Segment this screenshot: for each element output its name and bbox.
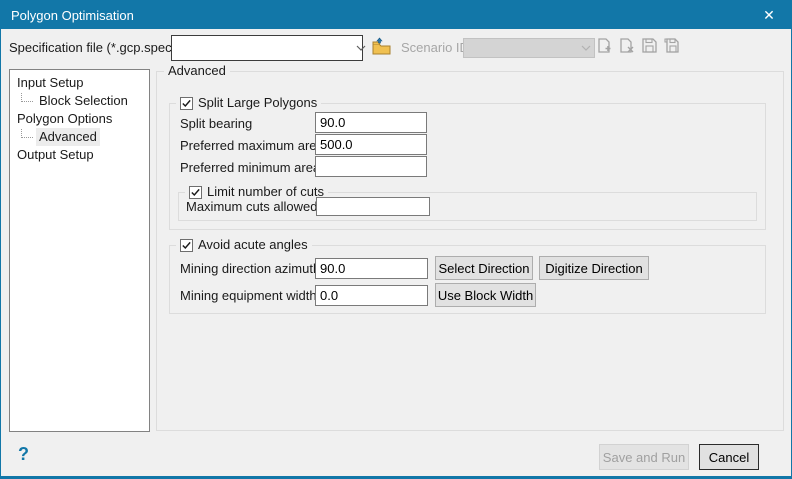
save-scenario-button — [641, 39, 657, 55]
browse-file-button[interactable] — [368, 37, 394, 59]
split-bearing-label: Split bearing — [180, 116, 252, 131]
delete-scenario-button — [619, 39, 635, 55]
scenario-id-label: Scenario ID — [401, 35, 469, 61]
settings-tree: Input Setup Block Selection Polygon Opti… — [9, 69, 150, 432]
save-scenario-as-button — [663, 39, 679, 55]
save-icon — [642, 38, 657, 56]
mining-direction-azimuth-label: Mining direction azimuth — [180, 261, 320, 276]
mining-direction-azimuth-input[interactable] — [315, 258, 428, 279]
tree-item-input-setup[interactable]: Input Setup — [10, 74, 149, 92]
preferred-maximum-area-input[interactable] — [315, 134, 427, 155]
tree-branch-connector — [21, 93, 33, 102]
avoid-acute-angles-checkbox[interactable] — [180, 239, 193, 252]
select-direction-button[interactable]: Select Direction — [435, 256, 533, 280]
digitize-direction-button[interactable]: Digitize Direction — [539, 256, 649, 280]
specification-file-combobox[interactable] — [171, 35, 363, 61]
check-icon — [190, 187, 201, 198]
split-large-polygons-checkbox[interactable] — [180, 97, 193, 110]
save-as-icon — [664, 38, 679, 56]
tree-branch-connector — [21, 129, 33, 138]
folder-open-icon — [371, 37, 392, 59]
limit-number-of-cuts-checkbox[interactable] — [189, 186, 202, 199]
split-large-polygons-label: Split Large Polygons — [198, 94, 317, 112]
save-and-run-button[interactable]: Save and Run — [599, 444, 689, 470]
preferred-minimum-area-input[interactable] — [315, 156, 427, 177]
new-scenario-button — [597, 39, 613, 55]
maximum-cuts-allowed-label: Maximum cuts allowed — [186, 199, 318, 214]
check-icon — [181, 98, 192, 109]
tree-item-output-setup[interactable]: Output Setup — [10, 146, 149, 164]
check-icon — [181, 240, 192, 251]
tree-item-advanced[interactable]: Advanced — [10, 128, 149, 146]
mining-equipment-width-input[interactable] — [315, 285, 428, 306]
scenario-id-combobox — [463, 38, 595, 58]
delete-scenario-icon — [620, 38, 635, 57]
scenario-toolbar — [597, 39, 679, 55]
use-block-width-button[interactable]: Use Block Width — [435, 283, 536, 307]
split-bearing-input[interactable] — [315, 112, 427, 133]
new-scenario-icon — [598, 38, 613, 57]
mining-equipment-width-label: Mining equipment width — [180, 288, 317, 303]
title-bar: Polygon Optimisation ✕ — [1, 1, 791, 29]
avoid-acute-angles-label: Avoid acute angles — [198, 236, 308, 254]
close-icon: ✕ — [763, 7, 775, 24]
tree-item-block-selection[interactable]: Block Selection — [10, 92, 149, 110]
cancel-button[interactable]: Cancel — [699, 444, 759, 470]
specification-file-label: Specification file (*.gcp.spec) — [9, 35, 176, 61]
maximum-cuts-allowed-input[interactable] — [316, 197, 430, 216]
avoid-acute-angles-group: Avoid acute angles Mining direction azim… — [169, 245, 766, 314]
preferred-maximum-area-label: Preferred maximum area — [180, 138, 324, 153]
tree-item-polygon-options[interactable]: Polygon Options — [10, 110, 149, 128]
help-button[interactable]: ? — [18, 444, 38, 466]
help-icon: ? — [18, 444, 29, 465]
chevron-down-icon[interactable] — [356, 45, 366, 51]
window-title: Polygon Optimisation — [11, 8, 134, 23]
chevron-down-icon — [578, 45, 594, 51]
polygon-optimisation-dialog: Polygon Optimisation ✕ Specification fil… — [0, 0, 792, 479]
limit-number-of-cuts-group: Limit number of cuts Maximum cuts allowe… — [178, 192, 757, 221]
advanced-group-title: Advanced — [164, 63, 230, 79]
specification-file-input[interactable] — [172, 36, 356, 60]
split-large-polygons-group: Split Large Polygons Split bearing Prefe… — [169, 103, 766, 230]
preferred-minimum-area-label: Preferred minimum area — [180, 160, 320, 175]
close-button[interactable]: ✕ — [747, 1, 791, 29]
advanced-groupbox: Advanced Split Large Polygons Split bear… — [156, 71, 784, 431]
